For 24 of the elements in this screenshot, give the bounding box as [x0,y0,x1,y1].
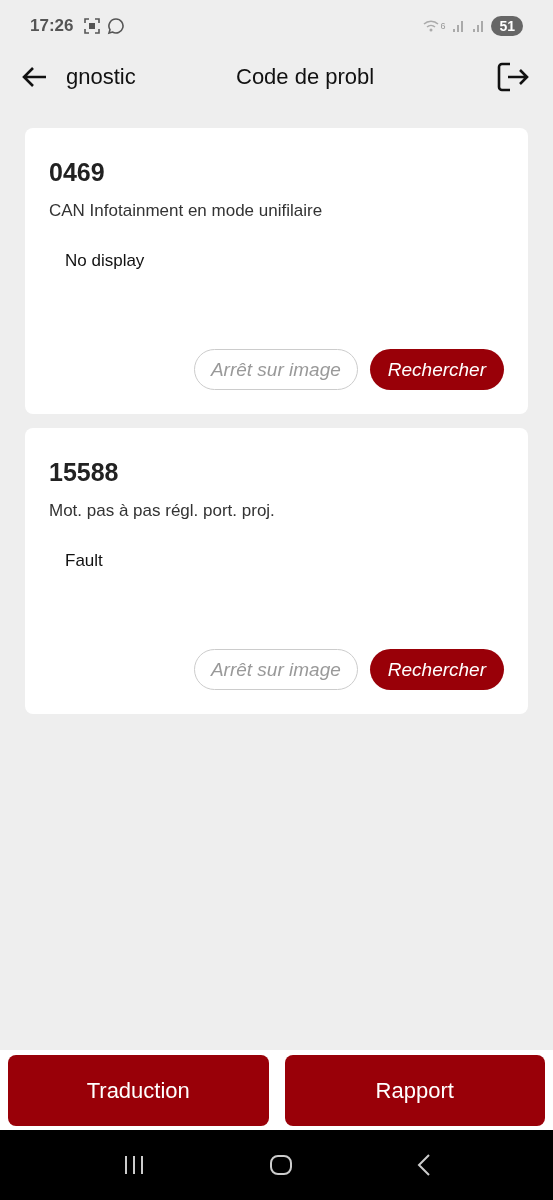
search-button[interactable]: Rechercher [369,649,504,690]
home-icon[interactable] [268,1154,293,1176]
search-button[interactable]: Rechercher [369,349,504,390]
back-arrow-icon[interactable] [22,66,48,88]
previous-page-title[interactable]: gnostic [66,64,236,90]
fault-description: Mot. pas à pas régl. port. proj. [49,501,276,521]
signal-icon [451,19,466,33]
status-time: 17:26 [30,16,74,36]
screenshot-icon [83,17,102,35]
signal-icon [471,19,486,33]
chat-icon [107,17,126,35]
page-title: Code de probl [236,64,376,90]
action-button[interactable]: Traduction [8,1055,269,1126]
fault-status: No display [65,251,146,271]
wifi-icon [423,19,440,33]
logout-icon[interactable] [497,62,529,92]
fault-code: 0469 [49,158,106,187]
battery-indicator: 51 [491,16,523,36]
fault-status: Fault [65,551,104,571]
action-button[interactable]: Rapport [284,1055,545,1126]
wifi-label: 6 [440,21,446,31]
fault-description: CAN Infotainment en mode unifilaire [49,201,324,221]
fault-code: 15588 [49,458,120,487]
back-icon[interactable] [415,1153,432,1177]
